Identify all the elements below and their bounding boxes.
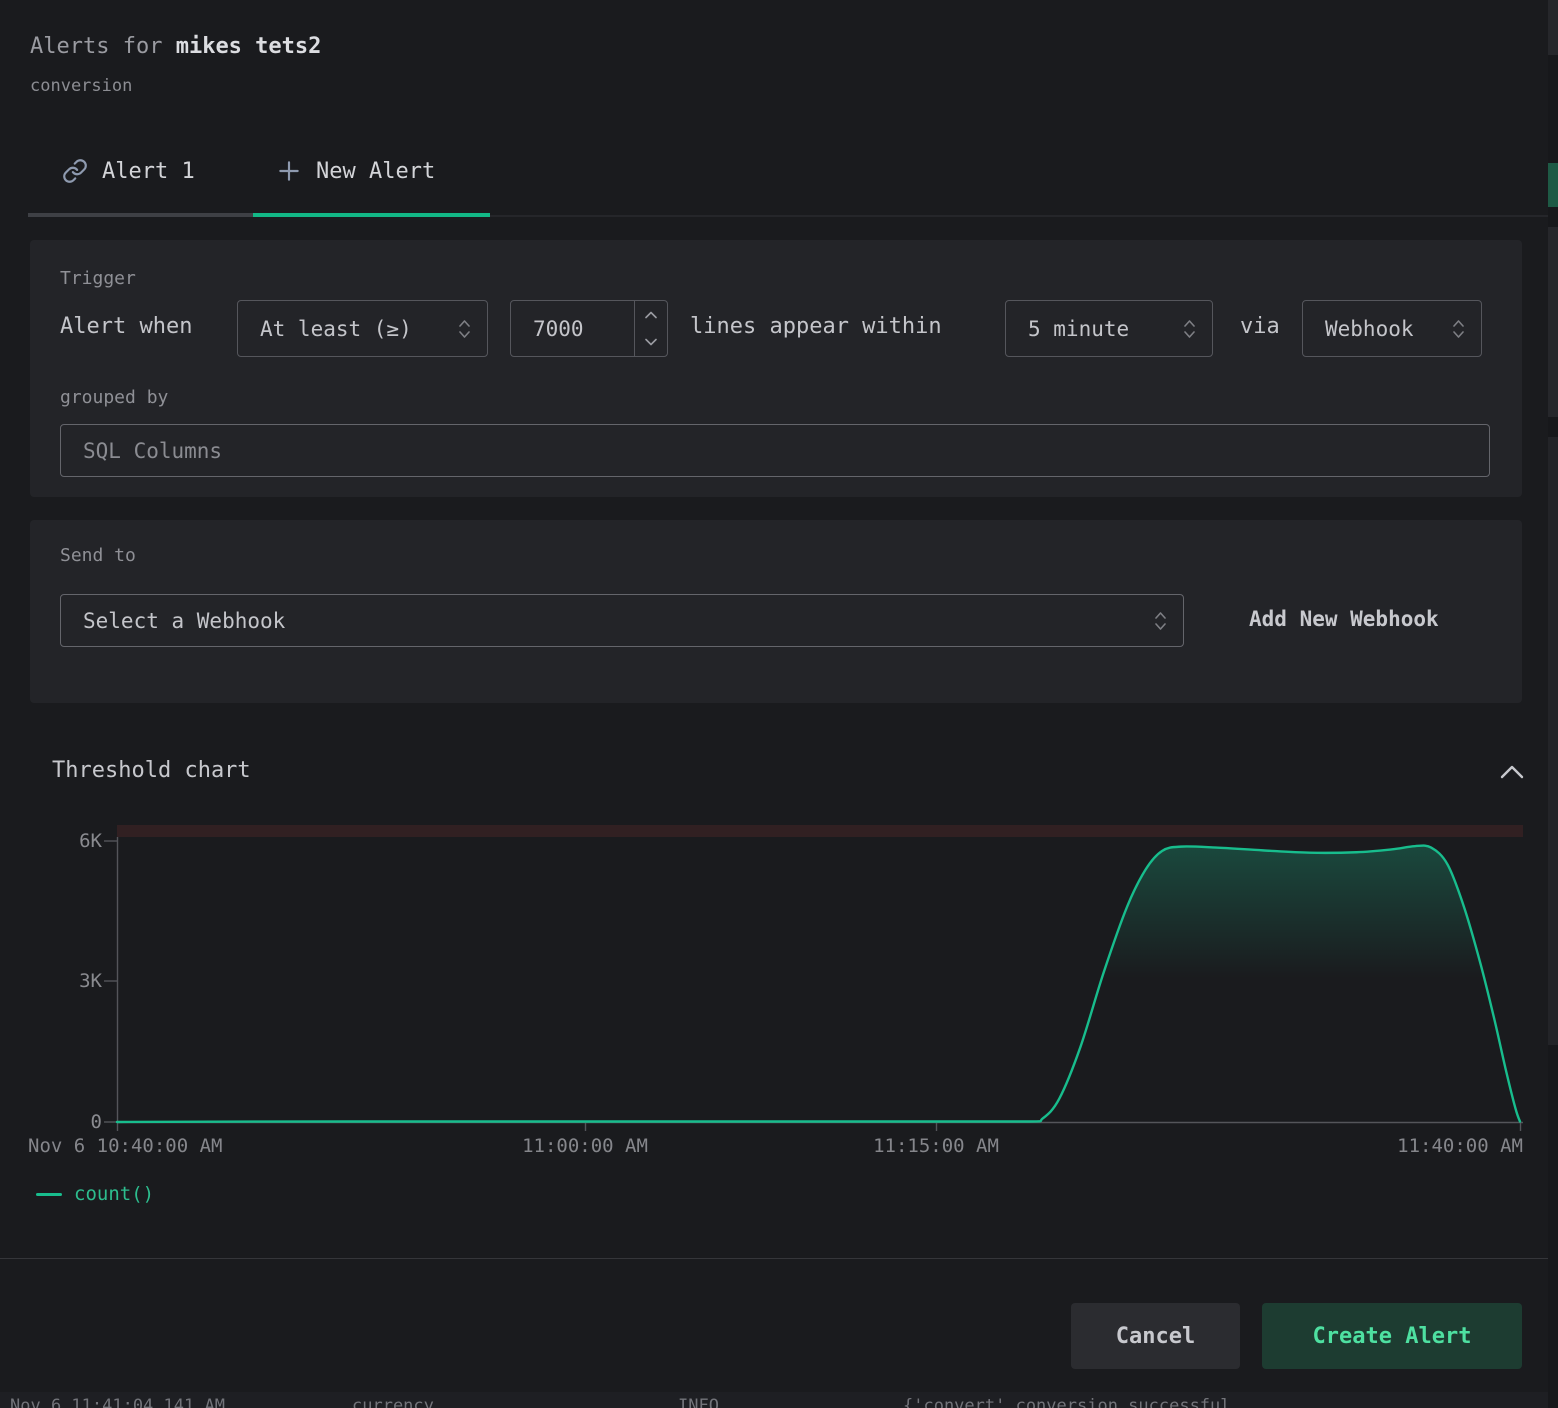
chart-legend: count() — [36, 1183, 154, 1205]
legend-line-swatch — [36, 1193, 62, 1196]
chevron-up-icon — [1498, 763, 1526, 781]
link-icon — [62, 158, 88, 184]
tab-new-alert-label: New Alert — [316, 159, 435, 184]
page-subtitle: conversion — [30, 76, 132, 96]
chevron-up-icon — [645, 311, 657, 319]
channel-value: Webhook — [1325, 317, 1414, 341]
page-title: Alerts for mikes tets2 — [30, 34, 321, 59]
create-alert-button[interactable]: Create Alert — [1262, 1303, 1522, 1369]
lines-appear-text: lines appear within — [690, 314, 942, 339]
tab-alert-1-label: Alert 1 — [102, 159, 195, 184]
y-tick-3k: 3K — [32, 970, 102, 992]
spinner-down-button[interactable] — [635, 329, 667, 357]
webhook-select[interactable]: Select a Webhook — [60, 594, 1184, 647]
threshold-chart-svg — [0, 818, 1558, 1178]
tab-alert-1[interactable]: Alert 1 — [62, 158, 195, 184]
via-text: via — [1240, 314, 1280, 339]
y-tick-6k: 6K — [32, 830, 102, 852]
log-level: INFO — [678, 1396, 719, 1408]
threshold-chart-title: Threshold chart — [52, 758, 251, 783]
footer-divider — [0, 1258, 1558, 1259]
time-window-select[interactable]: 5 minute — [1005, 300, 1213, 357]
send-to-panel: Send to Select a Webhook Add New Webhook — [30, 520, 1522, 703]
webhook-select-value: Select a Webhook — [83, 609, 285, 633]
grouped-by-input[interactable] — [60, 424, 1490, 477]
channel-select[interactable]: Webhook — [1302, 300, 1482, 357]
threshold-zone — [117, 825, 1523, 837]
tab-indicator-active — [253, 213, 490, 217]
scrollbar-gutter[interactable] — [1548, 0, 1558, 1408]
log-timestamp: Nov 6 11:41:04.141 AM — [10, 1396, 225, 1408]
legend-series-label: count() — [74, 1183, 154, 1205]
alerts-modal: Alerts for mikes tets2 conversion Alert … — [0, 0, 1558, 1408]
x-tick-1115: 11:15:00 AM — [873, 1135, 999, 1157]
grouped-by-label: grouped by — [60, 387, 168, 408]
x-tick-start: Nov 6 10:40:00 AM — [28, 1135, 222, 1157]
time-window-value: 5 minute — [1028, 317, 1129, 341]
threshold-value-field — [510, 300, 668, 357]
page-title-prefix: Alerts for — [30, 34, 176, 59]
log-service: currency — [352, 1396, 434, 1408]
background-log-row: Nov 6 11:41:04.141 AM currency INFO {'co… — [0, 1392, 1548, 1408]
page-title-source: mikes tets2 — [176, 34, 322, 59]
x-tick-1140: 11:40:00 AM — [1397, 1135, 1523, 1157]
collapse-chart-button[interactable] — [1494, 756, 1530, 788]
spinner-up-button[interactable] — [635, 301, 667, 329]
trigger-panel: Trigger Alert when At least (≥) lines ap… — [30, 240, 1522, 497]
alert-when-text: Alert when — [60, 314, 192, 339]
chevron-up-down-icon — [1452, 318, 1465, 340]
chevron-up-down-icon — [458, 318, 471, 340]
tab-new-alert[interactable]: New Alert — [276, 158, 435, 184]
plus-icon — [276, 158, 302, 184]
add-new-webhook-button[interactable]: Add New Webhook — [1243, 606, 1445, 632]
x-tick-1100: 11:00:00 AM — [522, 1135, 648, 1157]
send-to-label: Send to — [60, 545, 136, 566]
y-tick-0: 0 — [32, 1111, 102, 1133]
cancel-button[interactable]: Cancel — [1071, 1303, 1240, 1369]
trigger-label: Trigger — [60, 268, 136, 289]
series-area — [117, 846, 1520, 1122]
tabs-baseline — [490, 215, 1558, 217]
chevron-up-down-icon — [1183, 318, 1196, 340]
chevron-down-icon — [645, 338, 657, 346]
number-spinner — [634, 301, 667, 356]
chevron-up-down-icon — [1154, 610, 1167, 632]
threshold-value-input[interactable] — [511, 301, 634, 356]
tab-indicator-inactive — [28, 213, 253, 217]
threshold-type-select[interactable]: At least (≥) — [237, 300, 488, 357]
threshold-type-value: At least (≥) — [260, 317, 412, 341]
log-message: {'convert' conversion successful — [903, 1396, 1231, 1408]
